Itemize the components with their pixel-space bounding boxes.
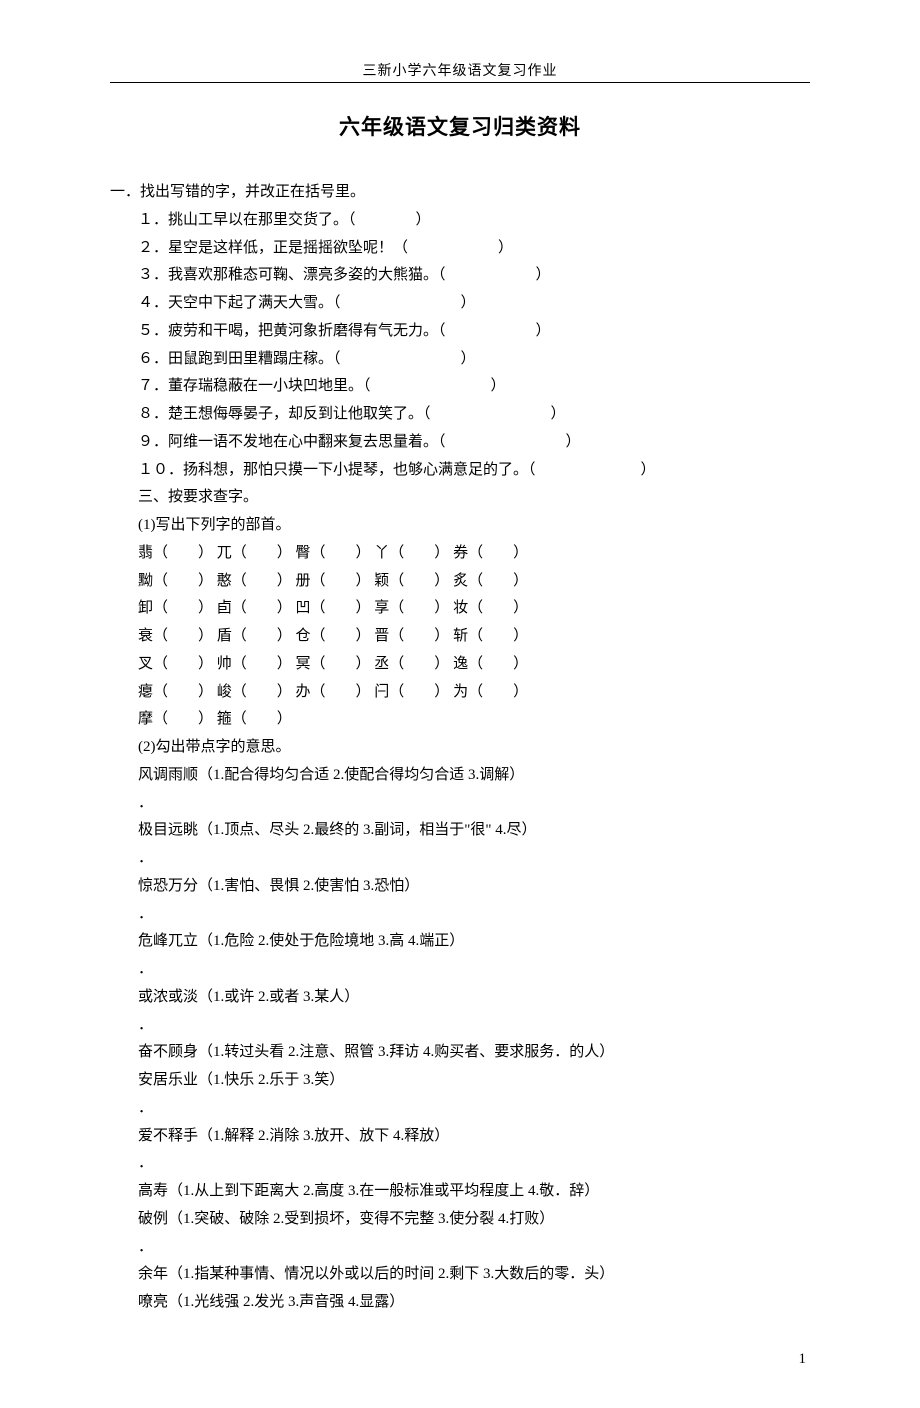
meaning-entry: 或浓或淡（1.或许 2.或者 3.某人） xyxy=(138,984,810,1012)
meaning-entries: 风调雨顺（1.配合得均匀合适 2.使配合得均匀合适 3.调解） ． 极目远眺（1… xyxy=(110,762,810,1317)
meaning-entry: 风调雨顺（1.配合得均匀合适 2.使配合得均匀合适 3.调解） xyxy=(138,762,810,790)
radical-cell: 享（ ） xyxy=(374,600,449,616)
section1-items: １．挑山工早以在那里交货了。（ ） ２．星空是这样低，正是摇摇欲坠呢！（ ） ３… xyxy=(110,207,810,485)
radical-cell: 券（ ） xyxy=(453,545,528,561)
radical-cell: 颖（ ） xyxy=(374,573,449,589)
emphasis-dot: ． xyxy=(138,956,810,984)
radical-cell: 闩（ ） xyxy=(374,684,449,700)
section1-item: ３．我喜欢那稚态可鞠、漂亮多姿的大熊猫。（ ） xyxy=(138,262,810,290)
emphasis-dot: ． xyxy=(138,1234,810,1262)
radical-cell: 摩（ ） xyxy=(138,711,213,727)
section3-part2-heading: (2)勾出带点字的意思。 xyxy=(110,734,810,762)
radical-row: 翡（ ） 兀（ ） 臀（ ） 丫（ ） 券（ ） xyxy=(138,540,810,568)
radical-row: 黝（ ） 憨（ ） 册（ ） 颖（ ） 炙（ ） xyxy=(138,568,810,596)
section1-item: ２．星空是这样低，正是摇摇欲坠呢！（ ） xyxy=(138,235,810,263)
radical-row: 瘪（ ） 峻（ ） 办（ ） 闩（ ） 为（ ） xyxy=(138,679,810,707)
radical-cell: 瘪（ ） xyxy=(138,684,213,700)
section1-item: ７．董存瑞稳蔽在一小块凹地里。（ ） xyxy=(138,373,810,401)
document-title: 六年级语文复习归类资料 xyxy=(110,111,810,141)
radical-cell: 册（ ） xyxy=(296,573,371,589)
radical-cell: 叉（ ） xyxy=(138,656,213,672)
radical-cell: 为（ ） xyxy=(453,684,528,700)
radical-cell: 丫（ ） xyxy=(374,545,449,561)
radical-row: 衰（ ） 盾（ ） 仓（ ） 晋（ ） 斩（ ） xyxy=(138,623,810,651)
radical-cell: 臀（ ） xyxy=(296,545,371,561)
emphasis-dot: ． xyxy=(138,1095,810,1123)
radical-row: 叉（ ） 帅（ ） 冥（ ） 丞（ ） 逸（ ） xyxy=(138,651,810,679)
radical-cell: 仓（ ） xyxy=(296,628,371,644)
radical-rows: 翡（ ） 兀（ ） 臀（ ） 丫（ ） 券（ ） 黝（ ） 憨（ ） 册（ ） … xyxy=(110,540,810,734)
section1-item: １０．扬科想，那怕只摸一下小提琴，也够心满意足的了。（ ） xyxy=(138,457,810,485)
radical-cell: 凹（ ） xyxy=(296,600,371,616)
emphasis-dot: ． xyxy=(138,1012,810,1040)
section1-item: ８．楚王想侮辱晏子，却反到让他取笑了。（ ） xyxy=(138,401,810,429)
meaning-entry: 奋不顾身（1.转过头看 2.注意、照管 3.拜访 4.购买者、要求服务．的人） xyxy=(138,1039,810,1067)
radical-cell: 妆（ ） xyxy=(453,600,528,616)
radical-row: 卸（ ） 卣（ ） 凹（ ） 享（ ） 妆（ ） xyxy=(138,595,810,623)
radical-cell: 帅（ ） xyxy=(217,656,292,672)
meaning-entry: 余年（1.指某种事情、情况以外或以后的时间 2.剩下 3.大数后的零．头） xyxy=(138,1261,810,1289)
radical-cell: 黝（ ） xyxy=(138,573,213,589)
radical-cell: 翡（ ） xyxy=(138,545,213,561)
radical-cell: 办（ ） xyxy=(296,684,371,700)
section3-part1-heading: (1)写出下列字的部首。 xyxy=(110,512,810,540)
meaning-entry: 惊恐万分（1.害怕、畏惧 2.使害怕 3.恐怕） xyxy=(138,873,810,901)
radical-row: 摩（ ） 箍（ ） xyxy=(138,706,810,734)
radical-cell: 炙（ ） xyxy=(453,573,528,589)
radical-cell: 衰（ ） xyxy=(138,628,213,644)
section1-item: １．挑山工早以在那里交货了。（ ） xyxy=(138,207,810,235)
meaning-entry: 安居乐业（1.快乐 2.乐于 3.笑） xyxy=(138,1067,810,1095)
meaning-entry: 极目远眺（1.顶点、尽头 2.最终的 3.副词，相当于"很" 4.尽） xyxy=(138,817,810,845)
meaning-entry: 危峰兀立（1.危险 2.使处于危险境地 3.高 4.端正） xyxy=(138,928,810,956)
section3-heading: 三、按要求查字。 xyxy=(110,484,810,512)
page-container: 三新小学六年级语文复习作业 六年级语文复习归类资料 一．找出写错的字，并改正在括… xyxy=(0,0,920,1408)
content-body: 一．找出写错的字，并改正在括号里。 １．挑山工早以在那里交货了。（ ） ２．星空… xyxy=(110,179,810,1317)
header-rule xyxy=(110,82,810,83)
section1-item: ６．田鼠跑到田里糟蹋庄稼。（ ） xyxy=(138,346,810,374)
section1-item: ９．阿维一语不发地在心中翻来复去思量着。（ ） xyxy=(138,429,810,457)
header-wrap: 三新小学六年级语文复习作业 xyxy=(110,60,810,80)
meaning-entry: 爱不释手（1.解释 2.消除 3.放开、放下 4.释放） xyxy=(138,1123,810,1151)
radical-cell: 卸（ ） xyxy=(138,600,213,616)
radical-cell: 兀（ ） xyxy=(217,545,292,561)
meaning-entry: 高寿（1.从上到下距离大 2.高度 3.在一般标准或平均程度上 4.敬．辞） xyxy=(138,1178,810,1206)
running-header: 三新小学六年级语文复习作业 xyxy=(363,64,558,79)
page-number: 1 xyxy=(110,1351,810,1368)
radical-cell: 卣（ ） xyxy=(217,600,292,616)
radical-cell: 逸（ ） xyxy=(453,656,528,672)
radical-cell: 斩（ ） xyxy=(453,628,528,644)
emphasis-dot: ． xyxy=(138,1150,810,1178)
emphasis-dot: ． xyxy=(138,845,810,873)
radical-cell: 晋（ ） xyxy=(374,628,449,644)
section1-item: ４．天空中下起了满天大雪。（ ） xyxy=(138,290,810,318)
meaning-entry: 嘹亮（1.光线强 2.发光 3.声音强 4.显露） xyxy=(138,1289,810,1317)
radical-cell: 盾（ ） xyxy=(217,628,292,644)
section1-item: ５．疲劳和干喝，把黄河象折磨得有气无力。（ ） xyxy=(138,318,810,346)
meaning-entry: 破例（1.突破、破除 2.受到损坏，变得不完整 3.使分裂 4.打败） xyxy=(138,1206,810,1234)
radical-cell: 憨（ ） xyxy=(217,573,292,589)
emphasis-dot: ． xyxy=(138,901,810,929)
section1-heading: 一．找出写错的字，并改正在括号里。 xyxy=(110,179,810,207)
radical-cell: 箍（ ） xyxy=(217,711,292,727)
radical-cell: 冥（ ） xyxy=(296,656,371,672)
emphasis-dot: ． xyxy=(138,790,810,818)
radical-cell: 峻（ ） xyxy=(217,684,292,700)
radical-cell: 丞（ ） xyxy=(374,656,449,672)
